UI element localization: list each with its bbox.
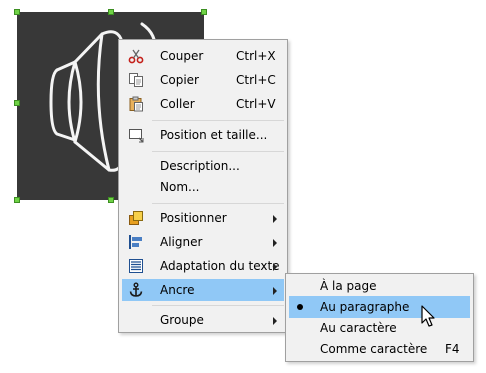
submenu-item-au-caractere[interactable]: Au caractère <box>289 317 470 339</box>
menu-item-groupe[interactable]: Groupe <box>122 309 284 331</box>
menu-item-label: Groupe <box>160 313 204 327</box>
resize-handle-top-center[interactable] <box>108 9 114 15</box>
resize-handle-bottom-center[interactable] <box>108 197 114 203</box>
menu-item-adaptation-du-texte[interactable]: Adaptation du texte <box>122 255 284 277</box>
anchor-icon <box>129 282 143 297</box>
menu-separator <box>152 203 284 204</box>
submenu-arrow-icon <box>273 215 277 223</box>
menu-item-positionner[interactable]: Positionner <box>122 207 284 229</box>
submenu-item-label: À la page <box>320 279 377 293</box>
anchor-submenu: À la page Au paragraphe Au caractère Com… <box>285 273 474 362</box>
menu-separator <box>152 305 284 306</box>
submenu-arrow-icon <box>273 287 277 295</box>
align-icon <box>129 235 142 249</box>
menu-item-description[interactable]: Description... <box>122 155 284 177</box>
menu-item-coller[interactable]: Coller Ctrl+V <box>122 93 284 115</box>
text-wrap-icon <box>129 259 143 273</box>
submenu-item-a-la-page[interactable]: À la page <box>289 275 470 297</box>
menu-item-label: Position et taille... <box>160 128 268 142</box>
menu-item-label: Nom... <box>160 180 200 194</box>
copy-icon <box>129 73 143 87</box>
selected-bullet-icon <box>297 304 303 310</box>
menu-item-label: Couper <box>160 49 204 63</box>
menu-item-nom[interactable]: Nom... <box>122 176 284 198</box>
scissors-icon <box>128 49 144 64</box>
resize-handle-top-left[interactable] <box>14 9 20 15</box>
resize-handle-top-right[interactable] <box>201 9 207 15</box>
submenu-item-label: Au caractère <box>320 321 397 335</box>
submenu-item-shortcut: F4 <box>445 342 460 356</box>
menu-item-ancre[interactable]: Ancre <box>122 279 284 301</box>
resize-handle-middle-left[interactable] <box>14 100 20 106</box>
menu-item-couper[interactable]: Couper Ctrl+X <box>122 45 284 67</box>
menu-item-position-et-taille[interactable]: Position et taille... <box>122 124 284 146</box>
arrange-icon <box>129 211 143 225</box>
menu-separator <box>152 120 284 121</box>
menu-item-label: Description... <box>160 159 240 173</box>
menu-item-label: Copier <box>160 73 199 87</box>
menu-item-copier[interactable]: Copier Ctrl+C <box>122 69 284 91</box>
context-menu: Couper Ctrl+X Copier Ctrl+C Coller Ctrl+… <box>118 39 288 333</box>
mouse-pointer-icon <box>421 305 435 327</box>
submenu-item-label: Comme caractère <box>320 342 428 356</box>
menu-item-label: Ancre <box>160 283 195 297</box>
submenu-arrow-icon <box>273 263 277 271</box>
menu-item-shortcut: Ctrl+X <box>236 49 276 63</box>
menu-item-label: Aligner <box>160 235 203 249</box>
menu-item-shortcut: Ctrl+C <box>236 73 276 87</box>
menu-item-aligner[interactable]: Aligner <box>122 231 284 253</box>
menu-item-shortcut: Ctrl+V <box>236 97 276 111</box>
submenu-item-label: Au paragraphe <box>320 300 410 314</box>
submenu-item-au-paragraphe[interactable]: Au paragraphe <box>289 296 470 318</box>
menu-item-label: Adaptation du texte <box>160 259 280 273</box>
submenu-item-comme-caractere[interactable]: Comme caractère F4 <box>289 338 470 360</box>
resize-handle-bottom-left[interactable] <box>14 197 20 203</box>
menu-separator <box>152 151 284 152</box>
menu-item-label: Positionner <box>160 211 227 225</box>
menu-item-label: Coller <box>160 97 195 111</box>
paste-icon <box>129 96 143 112</box>
submenu-arrow-icon <box>273 317 277 325</box>
submenu-arrow-icon <box>273 239 277 247</box>
position-size-icon <box>129 129 144 143</box>
